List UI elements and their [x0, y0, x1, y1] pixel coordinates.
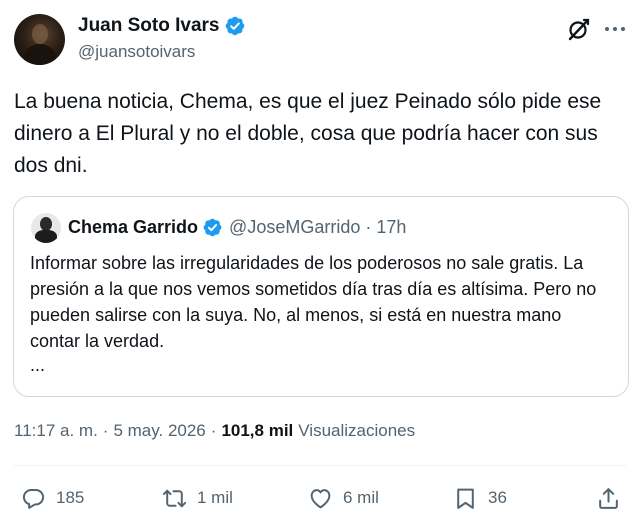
- author-handle[interactable]: @juansotoivars: [78, 41, 195, 63]
- post-meta: 11:17 a. m. · 5 may. 2026 · 101,8 mil Vi…: [14, 419, 415, 443]
- share-button[interactable]: [596, 484, 621, 512]
- post: Juan Soto Ivars @juansotoivars La buena …: [0, 0, 641, 520]
- quoted-author-avatar[interactable]: [31, 213, 61, 243]
- repost-count: 1 mil: [197, 488, 233, 507]
- quoted-separator: ·: [365, 216, 372, 237]
- quoted-avatar-head: [40, 217, 52, 231]
- quoted-verified-badge-icon: [203, 218, 222, 236]
- repost-icon: [162, 489, 187, 507]
- verified-badge-icon: [225, 16, 244, 36]
- author-name-row[interactable]: Juan Soto Ivars: [78, 13, 246, 39]
- reply-button[interactable]: 185: [21, 484, 84, 512]
- meta-separator: ·: [210, 421, 217, 440]
- grok-icon[interactable]: [566, 16, 592, 42]
- author-name[interactable]: Juan Soto Ivars: [78, 13, 220, 39]
- like-button[interactable]: 6 mil: [308, 484, 379, 512]
- quoted-avatar-body: [35, 230, 57, 243]
- heart-icon: [310, 488, 331, 508]
- views-label[interactable]: Visualizaciones: [298, 419, 415, 443]
- bookmark-icon: [457, 488, 474, 509]
- quoted-author-name[interactable]: Chema Garrido: [68, 217, 198, 238]
- reply-count: 185: [56, 488, 85, 507]
- like-count: 6 mil: [343, 488, 379, 507]
- post-time[interactable]: 11:17 a. m.: [14, 419, 98, 443]
- bookmark-count: 36: [488, 488, 507, 507]
- quoted-post[interactable]: Chema Garrido @JoseMGarrido · 17h Inform…: [13, 196, 629, 397]
- author-avatar[interactable]: [14, 14, 65, 65]
- divider: [14, 465, 626, 466]
- quoted-text: Informar sobre las irregularidades de lo…: [30, 253, 597, 351]
- views-count[interactable]: 101,8 mil: [221, 419, 293, 443]
- quoted-header: Chema Garrido @JoseMGarrido · 17h: [68, 214, 406, 240]
- quoted-timestamp[interactable]: 17h: [376, 217, 406, 238]
- repost-button[interactable]: 1 mil: [162, 484, 233, 512]
- quoted-ellipsis: ...: [30, 355, 46, 375]
- meta-separator: ·: [102, 421, 109, 440]
- bookmark-button[interactable]: 36: [453, 484, 507, 512]
- quoted-author-handle[interactable]: @JoseMGarrido: [229, 217, 360, 238]
- share-icon: [599, 487, 618, 509]
- post-date[interactable]: 5 may. 2026: [113, 419, 205, 443]
- avatar-body: [24, 44, 56, 65]
- avatar-face: [32, 24, 48, 44]
- reply-icon: [22, 488, 45, 509]
- more-options-icon[interactable]: [603, 18, 627, 40]
- post-text: La buena noticia, Chema, es que el juez …: [14, 90, 608, 177]
